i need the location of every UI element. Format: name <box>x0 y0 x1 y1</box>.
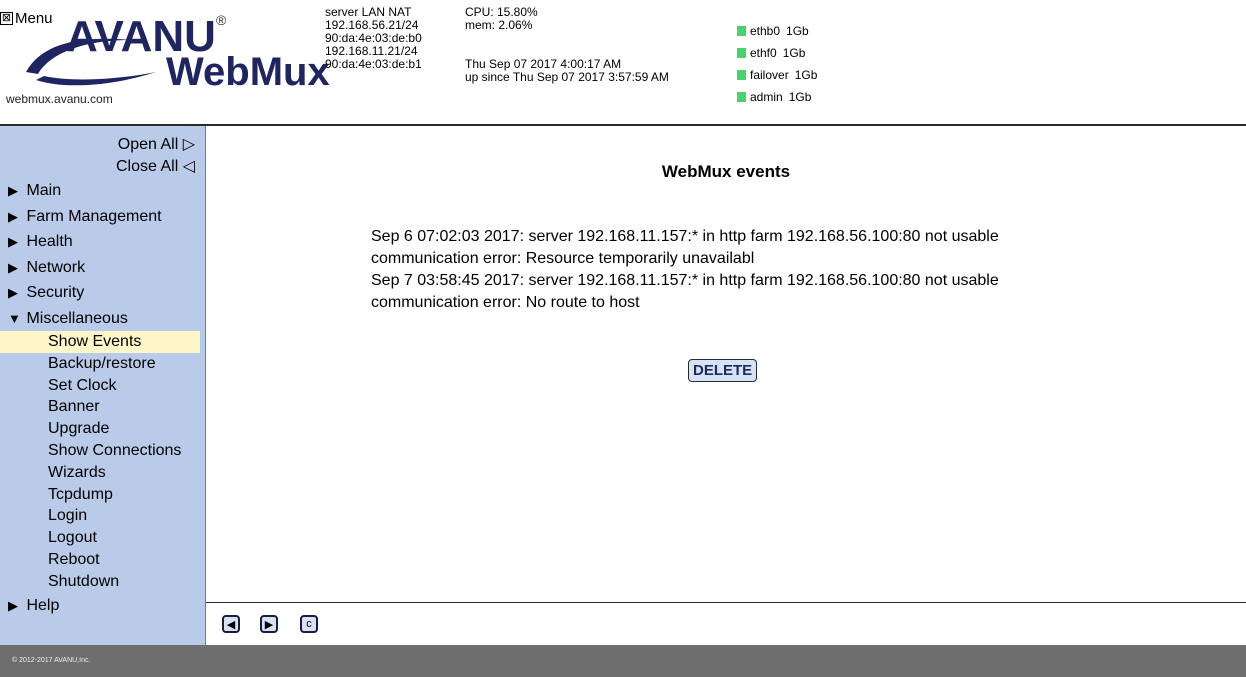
event-line: Sep 6 07:02:03 2017: server 192.168.11.1… <box>371 228 999 245</box>
status-led-icon <box>737 48 746 58</box>
interface-row: ethf0 1Gb <box>737 42 817 64</box>
sidebar-item-network[interactable]: ▶ Network <box>0 255 205 281</box>
hostname: webmux.avanu.com <box>6 92 113 106</box>
sidebar-item-label: Help <box>26 596 60 614</box>
main-content: WebMux events Sep 6 07:02:03 2017: serve… <box>206 126 1246 602</box>
close-all-link[interactable]: Close All ◁ <box>0 156 205 178</box>
interface-name: admin <box>750 89 783 104</box>
forward-arrow-icon: ▶ <box>264 618 274 631</box>
interface-speed: 1Gb <box>794 67 818 82</box>
sidebar-item-help[interactable]: ▶ Help <box>0 593 205 619</box>
sidebar-item-farm-management[interactable]: ▶ Farm Management <box>0 204 205 230</box>
sidebar-item-security[interactable]: ▶ Security <box>0 280 205 306</box>
sidebar-item-label: Network <box>26 258 86 276</box>
sidebar-item-miscellaneous[interactable]: ▼ Miscellaneous <box>0 306 205 332</box>
collapsed-arrow-icon: ▶ <box>8 597 18 613</box>
open-all-link[interactable]: Open All ▷ <box>0 134 205 156</box>
submenu-wizards[interactable]: Wizards <box>0 462 205 484</box>
interface-speed: 1Gb <box>786 23 809 38</box>
reload-icon: c <box>306 618 312 630</box>
avanu-logo: AVANU ® WebMux <box>16 12 330 102</box>
uptime: up since Thu Sep 07 2017 3:57:59 AM <box>465 70 669 84</box>
event-line: communication error: Resource temporaril… <box>371 250 755 267</box>
interface-name: ethb0 <box>750 23 781 38</box>
submenu-reboot[interactable]: Reboot <box>0 549 205 571</box>
sidebar-item-label: Farm Management <box>26 207 162 225</box>
submenu-backup-restore[interactable]: Backup/restore <box>0 353 205 375</box>
events-log: Sep 6 07:02:03 2017: server 192.168.11.1… <box>371 226 999 314</box>
page-title: WebMux events <box>661 162 791 181</box>
collapsed-arrow-icon: ▶ <box>8 208 18 224</box>
interface-status: ethb0 1Gb ethf0 1Gb failover 1Gb admin 1… <box>737 20 817 108</box>
sidebar-item-main[interactable]: ▶ Main <box>0 178 205 204</box>
collapsed-arrow-icon: ▶ <box>8 259 18 275</box>
submenu-set-clock[interactable]: Set Clock <box>0 375 205 397</box>
sidebar-item-label: Main <box>26 182 62 199</box>
logo-webmux-text: WebMux <box>166 50 330 94</box>
header: ⊠ Menu AVANU ® WebMux webmux.avanu.com s… <box>0 0 1246 126</box>
interface-row: admin 1Gb <box>737 86 817 108</box>
interface-speed: 1Gb <box>782 45 806 60</box>
delete-button[interactable]: DELETE <box>688 359 758 382</box>
sidebar-item-label: Security <box>26 284 85 301</box>
sidebar-item-label: Health <box>26 233 73 250</box>
navigation-bar: ◀ ▶ c <box>206 602 1246 646</box>
status-led-icon <box>737 26 746 36</box>
system-info: CPU: 15.80% mem: 2.06% Thu Sep 07 2017 4… <box>465 6 669 84</box>
logo-registered-mark: ® <box>216 12 227 28</box>
submenu-show-connections[interactable]: Show Connections <box>0 440 205 462</box>
interface-row: ethb0 1Gb <box>737 20 817 42</box>
interface-row: failover 1Gb <box>737 64 817 86</box>
network-info: server LAN NAT 192.168.56.21/24 90:da:4e… <box>325 6 422 71</box>
sidebar-item-health[interactable]: ▶ Health <box>0 229 205 255</box>
expanded-arrow-icon: ▼ <box>8 310 21 326</box>
collapsed-arrow-icon: ▶ <box>8 285 18 300</box>
submenu-logout[interactable]: Logout <box>0 527 205 549</box>
interface-name: ethf0 <box>750 45 777 60</box>
submenu-login[interactable]: Login <box>0 505 205 527</box>
reload-button[interactable]: c <box>300 615 318 633</box>
interface-name: failover <box>750 67 789 82</box>
event-line: communication error: No route to host <box>371 294 640 311</box>
collapsed-arrow-icon: ▶ <box>8 183 18 198</box>
copyright-text: © 2012-2017 AVANU,Inc. <box>12 657 91 664</box>
submenu-banner[interactable]: Banner <box>0 396 205 418</box>
collapsed-arrow-icon: ▶ <box>8 234 18 249</box>
submenu-upgrade[interactable]: Upgrade <box>0 418 205 440</box>
status-led-icon <box>737 92 746 102</box>
wan-mac: 90:da:4e:03:de:b1 <box>325 57 422 71</box>
back-arrow-icon: ◀ <box>226 618 236 631</box>
submenu-tcpdump[interactable]: Tcpdump <box>0 484 205 506</box>
mem-usage: mem: 2.06% <box>465 18 533 32</box>
submenu-show-events[interactable]: Show Events <box>0 331 200 353</box>
status-led-icon <box>737 70 746 80</box>
menu-close-icon[interactable]: ⊠ <box>0 12 13 25</box>
miscellaneous-submenu: Show Events Backup/restore Set Clock Ban… <box>0 331 205 593</box>
sidebar-item-label: Miscellaneous <box>26 309 128 327</box>
interface-speed: 1Gb <box>788 89 812 104</box>
submenu-shutdown[interactable]: Shutdown <box>0 571 205 593</box>
event-line: Sep 7 03:58:45 2017: server 192.168.11.1… <box>371 272 999 289</box>
footer: © 2012-2017 AVANU,Inc. <box>0 645 1246 677</box>
sidebar-menu: Open All ▷ Close All ◁ ▶ Main ▶ Farm Man… <box>0 126 206 645</box>
forward-button[interactable]: ▶ <box>260 615 278 633</box>
back-button[interactable]: ◀ <box>222 615 240 633</box>
